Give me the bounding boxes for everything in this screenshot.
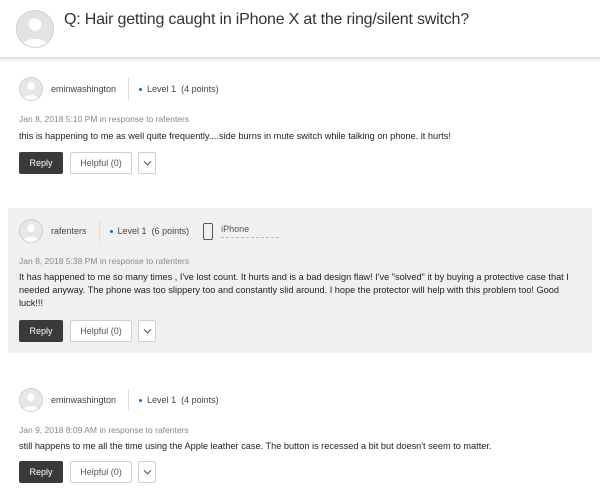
post-actions: Reply Helpful (0) (19, 320, 156, 342)
user-points: (4 points) (181, 395, 219, 405)
level-dot-icon (109, 229, 113, 233)
chevron-down-icon (143, 328, 151, 334)
username-link[interactable]: eminwashington (51, 84, 116, 94)
more-options-button[interactable] (138, 320, 156, 342)
question-title-text: Hair getting caught in iPhone X at the r… (84, 11, 469, 28)
user-silhouette-icon (17, 11, 53, 47)
more-options-button[interactable] (138, 461, 156, 483)
user-level: Level 1 (147, 395, 177, 405)
post-author-row: eminwashington Level 1 (4 points) (19, 387, 219, 413)
chevron-down-icon (143, 160, 151, 166)
user-level: Level 1 (147, 84, 177, 94)
timestamp-link[interactable]: Jan 8, 2018 5:38 PM (19, 256, 97, 266)
reply-button[interactable]: Reply (19, 152, 63, 174)
divider (98, 220, 100, 242)
avatar[interactable] (19, 219, 43, 243)
divider (128, 78, 130, 100)
level-dot-icon (139, 87, 143, 91)
reply-button[interactable]: Reply (19, 320, 63, 342)
helpful-button[interactable]: Helpful (0) (70, 320, 132, 342)
question-avatar[interactable] (16, 10, 54, 48)
reply-post: eminwashington Level 1 (4 points) Jan 8,… (8, 72, 592, 187)
in-response-to: in response to rafenters (99, 425, 189, 435)
post-author-row: eminwashington Level 1 (4 points) (19, 76, 219, 102)
post-actions: Reply Helpful (0) (19, 152, 156, 174)
user-points: (6 points) (151, 226, 190, 236)
helpful-button[interactable]: Helpful (0) (70, 461, 132, 483)
question-title: Q: Hair getting caught in iPhone X at th… (64, 11, 469, 29)
post-timestamp: Jan 8, 2018 5:38 PM in response to rafen… (19, 256, 189, 266)
device-info: iPhone (203, 222, 280, 240)
reply-post: rafenters Level 1 (6 points) iPhone Jan … (8, 208, 592, 353)
divider (128, 389, 130, 411)
post-body: It has happened to me so many times , I'… (19, 272, 569, 308)
timestamp-link[interactable]: Jan 9, 2018 8:09 AM (19, 425, 97, 435)
avatar[interactable] (19, 388, 43, 412)
question-header: Q: Hair getting caught in iPhone X at th… (0, 0, 600, 58)
user-points: (4 points) (181, 84, 219, 94)
timestamp-link[interactable]: Jan 8, 2018 5:10 PM (19, 114, 97, 124)
post-actions: Reply Helpful (0) (19, 461, 156, 483)
phone-icon (203, 222, 214, 240)
in-response-to: in response to rafenters (99, 256, 190, 266)
username-link[interactable]: eminwashington (51, 395, 116, 405)
username-link[interactable]: rafenters (51, 226, 87, 236)
chevron-down-icon (143, 469, 151, 475)
post-body: this is happening to me as well quite fr… (19, 131, 451, 141)
post-timestamp: Jan 8, 2018 5:10 PM in response to rafen… (19, 114, 189, 124)
post-body: still happens to me all the time using t… (19, 441, 492, 451)
user-level: Level 1 (117, 226, 147, 236)
level-dot-icon (139, 398, 143, 402)
post-timestamp: Jan 9, 2018 8:09 AM in response to rafen… (19, 425, 189, 435)
user-silhouette-icon (20, 220, 42, 242)
avatar[interactable] (19, 77, 43, 101)
helpful-button[interactable]: Helpful (0) (70, 152, 132, 174)
reply-post: eminwashington Level 1 (4 points) Jan 9,… (8, 383, 592, 489)
more-options-button[interactable] (138, 152, 156, 174)
user-silhouette-icon (20, 389, 42, 411)
reply-button[interactable]: Reply (19, 461, 63, 483)
user-silhouette-icon (20, 78, 42, 100)
question-prefix: Q: (64, 11, 81, 28)
device-name: iPhone (221, 224, 280, 238)
post-author-row: rafenters Level 1 (6 points) iPhone (19, 218, 280, 244)
in-response-to: in response to rafenters (99, 114, 190, 124)
